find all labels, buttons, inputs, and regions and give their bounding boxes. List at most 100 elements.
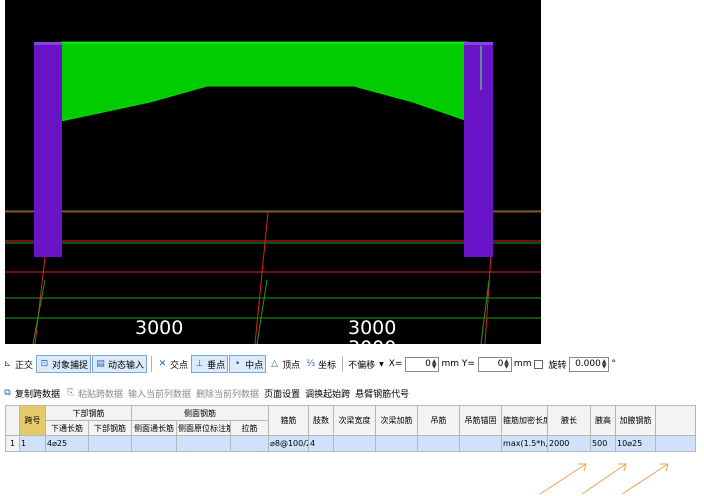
dynamic-input-icon: ▤ <box>96 358 105 369</box>
vertex-button[interactable]: △ 顶点 <box>267 355 302 373</box>
header-stirrup[interactable]: 箍筋 <box>268 405 310 436</box>
vertex-icon: △ <box>271 358 279 369</box>
offset-mode-select[interactable]: 不偏移 ▼ <box>346 355 386 373</box>
orthogonal-button[interactable]: ⊾ 正交 <box>0 355 35 373</box>
copy-span-data-button[interactable]: ⧉ 复制跨数据 <box>0 384 62 402</box>
intersection-label: 交点 <box>170 360 189 371</box>
dimension-label-2: 3000 <box>348 317 396 339</box>
delete-column-data-label: 删除当前列数据 <box>196 389 260 400</box>
rotate-checkbox[interactable] <box>534 359 544 369</box>
y-coordinate-input[interactable]: 0 ▲ ▼ <box>477 356 512 372</box>
coordinate-button[interactable]: ⅓ 坐标 <box>303 355 338 373</box>
arrowhead-icon <box>578 463 587 472</box>
header-hanger-anchor[interactable]: 吊筋锚固 <box>459 405 503 436</box>
midpoint-button[interactable]: • 中点 <box>229 355 267 373</box>
axis-line-red-v2 <box>254 211 269 344</box>
cell-hanger[interactable] <box>417 435 461 452</box>
paste-span-data-button[interactable]: ⎘ 粘贴跨数据 <box>63 384 125 402</box>
header-side-group: 侧面钢筋 <box>130 405 270 421</box>
header-haunch-length[interactable]: 腋长 <box>547 405 592 436</box>
cell-side-through[interactable] <box>131 435 177 452</box>
copy-icon: ⧉ <box>4 387 11 398</box>
cell-tie[interactable] <box>229 435 270 452</box>
coordinate-label: 坐标 <box>318 360 337 371</box>
header-secondary-width[interactable]: 次梁宽度 <box>333 405 377 436</box>
dimension-label-3: 3000 <box>348 337 396 344</box>
orthogonal-icon: ⊾ <box>3 358 12 369</box>
cantilever-code-button[interactable]: 悬臂钢筋代号 <box>353 384 411 402</box>
cell-span-no[interactable]: 1 <box>19 435 46 452</box>
cantilever-code-label: 悬臂钢筋代号 <box>355 389 410 400</box>
arrow-haunch-length <box>539 463 587 495</box>
x-unit-label: mm Y= <box>441 359 475 369</box>
header-bottom-through[interactable]: 下通长筋 <box>45 420 89 436</box>
cad-viewport[interactable]: 3000 3000 3000 <box>5 0 541 344</box>
toolbar-divider <box>342 356 344 372</box>
swap-start-span-label: 调换起始跨 <box>305 389 351 400</box>
y-unit-label: mm <box>513 359 532 369</box>
cell-secondary-add[interactable] <box>375 435 419 452</box>
x-coordinate-input[interactable]: 0 ▲ ▼ <box>405 356 440 372</box>
degree-label: ° <box>611 359 616 369</box>
header-stirrup-dense-length[interactable]: 箍筋加密长度 <box>501 405 549 436</box>
delete-column-data-button[interactable]: 删除当前列数据 <box>194 384 261 402</box>
swap-start-span-button[interactable]: 调换起始跨 <box>303 384 352 402</box>
header-tie[interactable]: 拉筋 <box>229 420 270 436</box>
intersection-button[interactable]: ✕ 交点 <box>155 355 190 373</box>
cell-legs[interactable]: 4 <box>308 435 335 452</box>
header-haunch-rebar[interactable]: 加腋钢筋 <box>615 405 657 436</box>
dynamic-input-label: 动态输入 <box>108 360 145 371</box>
axis-line-green-v1 <box>32 279 46 344</box>
paste-icon: ⎘ <box>66 387 75 398</box>
paste-span-data-label: 粘贴跨数据 <box>78 389 124 400</box>
snap-toolbar: ⊾ 正交 ⊡ 对象捕捉 ▤ 动态输入 ✕ 交点 ⊥ 垂点 • 中点 △ 顶点 ⅓… <box>0 353 704 375</box>
cell-secondary-width[interactable] <box>333 435 377 452</box>
spinner-icon[interactable]: ▲ ▼ <box>504 359 509 370</box>
cell-bottom-through[interactable]: 4⌀25 <box>45 435 89 452</box>
header-legs[interactable]: 肢数 <box>308 405 335 436</box>
cell-haunch-length[interactable]: 2000 <box>547 435 592 452</box>
rotate-angle-value: 0.000 <box>575 359 601 369</box>
object-snap-button[interactable]: ⊡ 对象捕捉 <box>36 355 92 373</box>
header-side-through[interactable]: 侧面通长筋 <box>131 420 177 436</box>
cell-haunch-rebar[interactable]: 10⌀25 <box>615 435 657 452</box>
cell-filler <box>655 435 697 452</box>
haunched-beam <box>60 41 469 122</box>
header-secondary-add[interactable]: 次梁加筋 <box>375 405 419 436</box>
y-coordinate-value: 0 <box>497 359 504 369</box>
perpendicular-button[interactable]: ⊥ 垂点 <box>191 355 229 373</box>
right-column-top <box>464 42 493 45</box>
object-snap-label: 对象捕捉 <box>52 360 89 371</box>
cell-stirrup-dense-length[interactable]: max(1.5*h,50 <box>501 435 549 452</box>
header-side-in-place[interactable]: 侧面原位标注筋 <box>176 420 231 436</box>
intersection-icon: ✕ <box>158 358 167 369</box>
page-setup-button[interactable]: 页面设置 <box>262 384 302 402</box>
beam-drawing[interactable]: 3000 3000 3000 <box>5 0 541 344</box>
span-table: 跨号 下部钢筋 侧面钢筋 箍筋 肢数 次梁宽度 次梁加筋 吊筋 吊筋锚固 箍筋加… <box>5 405 697 461</box>
header-bottom-rebar[interactable]: 下部钢筋 <box>88 420 132 436</box>
rotate-angle-input[interactable]: 0.000 ▲ ▼ <box>569 356 610 372</box>
toolbar-divider <box>151 356 153 372</box>
header-hanger[interactable]: 吊筋 <box>417 405 461 436</box>
cell-bottom-rebar[interactable] <box>88 435 132 452</box>
arrow-haunch-height <box>581 463 627 495</box>
input-column-data-button[interactable]: 输入当前列数据 <box>126 384 193 402</box>
copy-span-data-label: 复制跨数据 <box>15 389 61 400</box>
perpendicular-label: 垂点 <box>207 360 226 371</box>
spinner-icon[interactable]: ▲ ▼ <box>602 359 607 370</box>
header-haunch-height[interactable]: 腋高 <box>590 405 617 436</box>
offset-mode-value: 不偏移 <box>348 360 376 371</box>
cell-hanger-anchor[interactable] <box>459 435 503 452</box>
cell-haunch-height[interactable]: 500 <box>590 435 617 452</box>
table-row[interactable]: 1 1 4⌀25 ⌀8@100/20 4 max(1.5*h,50 2000 5… <box>5 435 697 452</box>
cell-stirrup[interactable]: ⌀8@100/20 <box>268 435 310 452</box>
cell-side-in-place[interactable] <box>176 435 231 452</box>
spinner-icon[interactable]: ▲ ▼ <box>432 359 437 370</box>
dynamic-input-button[interactable]: ▤ 动态输入 <box>92 355 148 373</box>
header-span-no[interactable]: 跨号 <box>19 405 46 436</box>
row-index[interactable]: 1 <box>5 435 20 452</box>
page-setup-label: 页面设置 <box>264 389 301 400</box>
snap-icon: ⊡ <box>40 358 49 369</box>
left-column-top <box>34 42 62 45</box>
arrowhead-icon <box>660 463 669 472</box>
